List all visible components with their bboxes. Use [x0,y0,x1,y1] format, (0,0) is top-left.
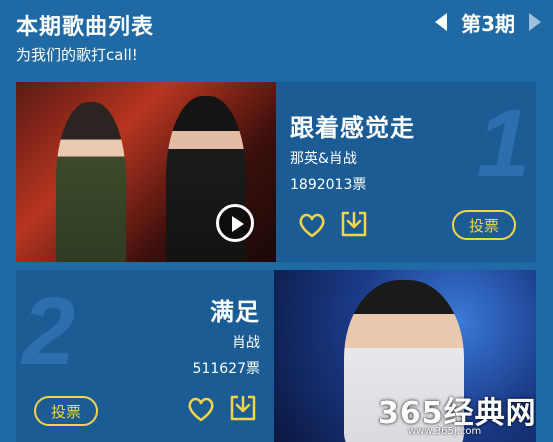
watermark-sub: www.365j.com [408,426,482,437]
song-photo[interactable] [16,82,276,262]
heart-icon[interactable] [297,210,327,240]
site-watermark: 365经典网 www.365j.com [378,388,548,442]
vote-count: 1892013票 [290,177,367,193]
rank-number: 1 [476,90,530,197]
heart-icon[interactable] [186,394,216,424]
song-artist: 肖战 [232,335,260,351]
page-subtitle: 为我们的歌打call! [16,46,138,64]
page-title: 本期歌曲列表 [16,15,155,40]
rank-number: 2 [22,278,76,385]
period-selector: 第3期 [435,8,541,36]
song-artist: 那英&肖战 [290,151,357,167]
play-icon[interactable] [216,204,254,242]
next-arrow-icon[interactable] [529,13,541,31]
vote-button[interactable]: 投票 [452,210,516,240]
download-icon[interactable] [339,209,369,239]
page-header: 本期歌曲列表 为我们的歌打call! 第3期 [0,0,553,82]
song-title: 满足 [210,298,260,326]
vote-button[interactable]: 投票 [34,396,98,426]
download-icon[interactable] [228,393,258,423]
vote-count: 511627票 [192,361,260,377]
song-card: 1 跟着感觉走 那英&肖战 1892013票 投票 [16,82,536,262]
prev-arrow-icon[interactable] [435,13,448,31]
song-title: 跟着感觉走 [290,114,415,142]
period-label: 第3期 [461,11,515,36]
